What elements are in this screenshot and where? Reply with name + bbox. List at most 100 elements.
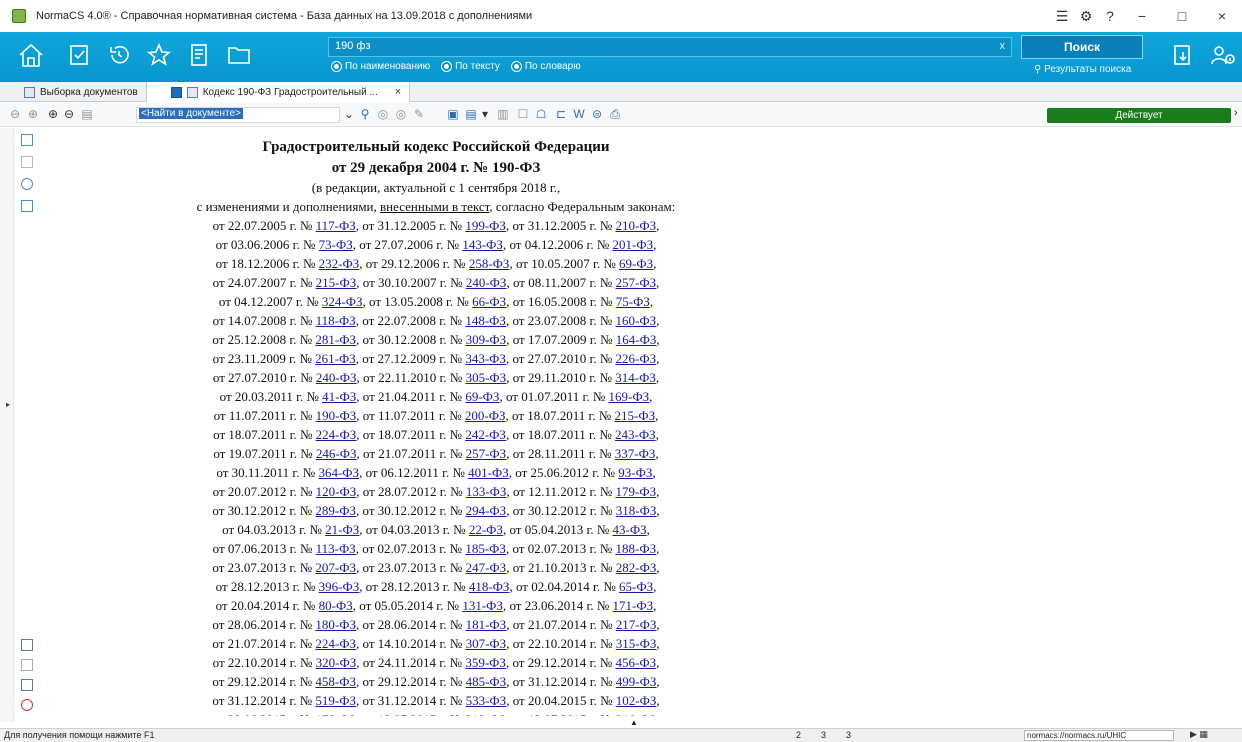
menu-icon[interactable]: ☰ [1050,8,1074,25]
law-link[interactable]: 318-ФЗ [616,503,657,518]
law-link[interactable]: 21-ФЗ [325,522,359,537]
law-link[interactable]: 281-ФЗ [315,332,356,347]
document-icon[interactable] [184,40,214,70]
law-link[interactable]: 215-ФЗ [615,408,656,423]
search-clear-icon[interactable]: x [1000,40,1006,52]
radio-by-dictionary[interactable]: По словарю [511,61,581,72]
law-link[interactable]: 43-ФЗ [612,522,646,537]
law-link[interactable]: 171-ФЗ [612,598,653,613]
law-link[interactable]: 243-ФЗ [615,427,656,442]
restore-button[interactable]: □ [1162,8,1202,24]
law-link[interactable]: 160-ФЗ [615,313,656,328]
search-button[interactable]: Поиск [1021,35,1143,59]
law-link[interactable]: 324-ФЗ [322,294,363,309]
law-link[interactable]: 190-ФЗ [316,408,357,423]
law-link[interactable]: 113-ФЗ [316,541,356,556]
law-link[interactable]: 66-ФЗ [472,294,506,309]
comment-icon[interactable]: ☖ [534,107,548,121]
tab-close-icon[interactable]: × [395,86,401,98]
law-link[interactable]: 246-ФЗ [316,446,357,461]
law-link[interactable]: 188-ФЗ [615,541,656,556]
law-link[interactable]: 240-ФЗ [316,370,357,385]
expand-panel-icon[interactable]: ▸ [6,400,10,409]
law-link[interactable]: 210-ФЗ [615,218,656,233]
law-link[interactable]: 396-ФЗ [319,579,360,594]
attachment-icon[interactable] [21,659,33,671]
law-link[interactable]: 533-ФЗ [466,693,507,708]
search-results-link[interactable]: ⚲ Результаты поиска [1034,64,1131,75]
law-link[interactable]: 118-ФЗ [316,313,356,328]
law-link[interactable]: 215-ФЗ [316,275,357,290]
bookmark-icon[interactable]: ▤ [464,107,478,121]
web-icon[interactable]: ⊜ [590,107,604,121]
search-input[interactable]: 190 фз x [328,37,1012,57]
law-link[interactable]: 180-ФЗ [315,617,356,632]
law-link[interactable]: 69-ФЗ [619,256,653,271]
law-link[interactable]: 418-ФЗ [469,579,510,594]
find-doc-icon[interactable]: ▤ [80,107,94,121]
law-link[interactable]: 261-ФЗ [315,351,356,366]
close-button[interactable]: × [1202,8,1242,24]
minimize-button[interactable]: − [1122,8,1162,24]
law-link[interactable]: 289-ФЗ [315,503,356,518]
law-link[interactable]: 258-ФЗ [469,256,510,271]
card-icon[interactable] [21,639,33,651]
law-link[interactable]: 307-ФЗ [466,636,507,651]
history-side-icon[interactable] [21,178,33,190]
checklist-icon[interactable] [64,40,94,70]
law-link[interactable]: 213-ФЗ [466,712,507,716]
law-link[interactable]: 169-ФЗ [609,389,650,404]
zoom-in-icon[interactable]: ⊕ [46,107,60,121]
find-in-document-input[interactable]: <Найти в документе> [136,107,340,123]
law-link[interactable]: 314-ФЗ [615,370,656,385]
tab-document-selection[interactable]: Выборка документов [0,82,147,102]
law-link[interactable]: 224-ФЗ [316,427,357,442]
law-link[interactable]: 93-ФЗ [618,465,652,480]
law-link[interactable]: 224-ФЗ [315,636,356,651]
law-link[interactable]: 247-ФЗ [466,560,507,575]
law-link[interactable]: 120-ФЗ [316,484,357,499]
forward-icon[interactable]: ⊕ [26,107,40,121]
chevron-right-icon[interactable]: › [1234,107,1238,119]
split-view-icon[interactable] [21,156,33,168]
law-link[interactable]: 337-ФЗ [615,446,656,461]
law-link[interactable]: 69-ФЗ [465,389,499,404]
law-link[interactable]: 519-ФЗ [315,693,356,708]
law-link[interactable]: 257-ФЗ [615,275,656,290]
law-link[interactable]: 148-ФЗ [465,313,506,328]
law-link[interactable]: 240-ФЗ [466,275,507,290]
favorites-star-icon[interactable] [144,40,174,70]
law-link[interactable]: 282-ФЗ [616,560,657,575]
law-link[interactable]: 294-ФЗ [466,503,507,518]
user-info-icon[interactable] [1208,40,1238,70]
law-link[interactable]: 199-ФЗ [465,218,506,233]
law-link[interactable]: 176-ФЗ [315,712,356,716]
law-link[interactable]: 226-ФЗ [615,351,656,366]
find-prev-icon[interactable]: ◎ [376,107,390,121]
law-link[interactable]: 343-ФЗ [465,351,506,366]
comments-side-icon[interactable] [21,200,33,212]
law-link[interactable]: 65-ФЗ [619,579,653,594]
law-link[interactable]: 22-ФЗ [469,522,503,537]
law-link[interactable]: 179-ФЗ [615,484,656,499]
law-link[interactable]: 41-ФЗ [322,389,356,404]
document-info-icon[interactable] [21,679,33,691]
export-icon[interactable]: ▣ [446,107,460,121]
highlight-icon[interactable]: ✎ [412,107,426,121]
law-link[interactable]: 73-ФЗ [319,237,353,252]
law-link[interactable]: 320-ФЗ [316,655,357,670]
law-link[interactable]: 75-ФЗ [616,294,650,309]
law-link[interactable]: 232-ФЗ [319,256,360,271]
radio-by-text[interactable]: По тексту [442,61,500,72]
law-link[interactable]: 257-ФЗ [466,446,507,461]
law-link[interactable]: 456-ФЗ [615,655,656,670]
law-link[interactable]: 305-ФЗ [466,370,507,385]
notes-icon[interactable]: ☐ [516,107,530,121]
law-link[interactable]: 80-ФЗ [319,598,353,613]
help-icon[interactable]: ? [1098,8,1122,24]
scroll-up-icon[interactable]: ▲ [630,718,638,727]
radio-by-name[interactable]: По наименованию [332,61,430,72]
law-link[interactable]: 499-ФЗ [616,674,657,689]
nav-play-icon[interactable]: ▶ ▦ [1190,729,1208,740]
history-icon[interactable] [104,40,134,70]
